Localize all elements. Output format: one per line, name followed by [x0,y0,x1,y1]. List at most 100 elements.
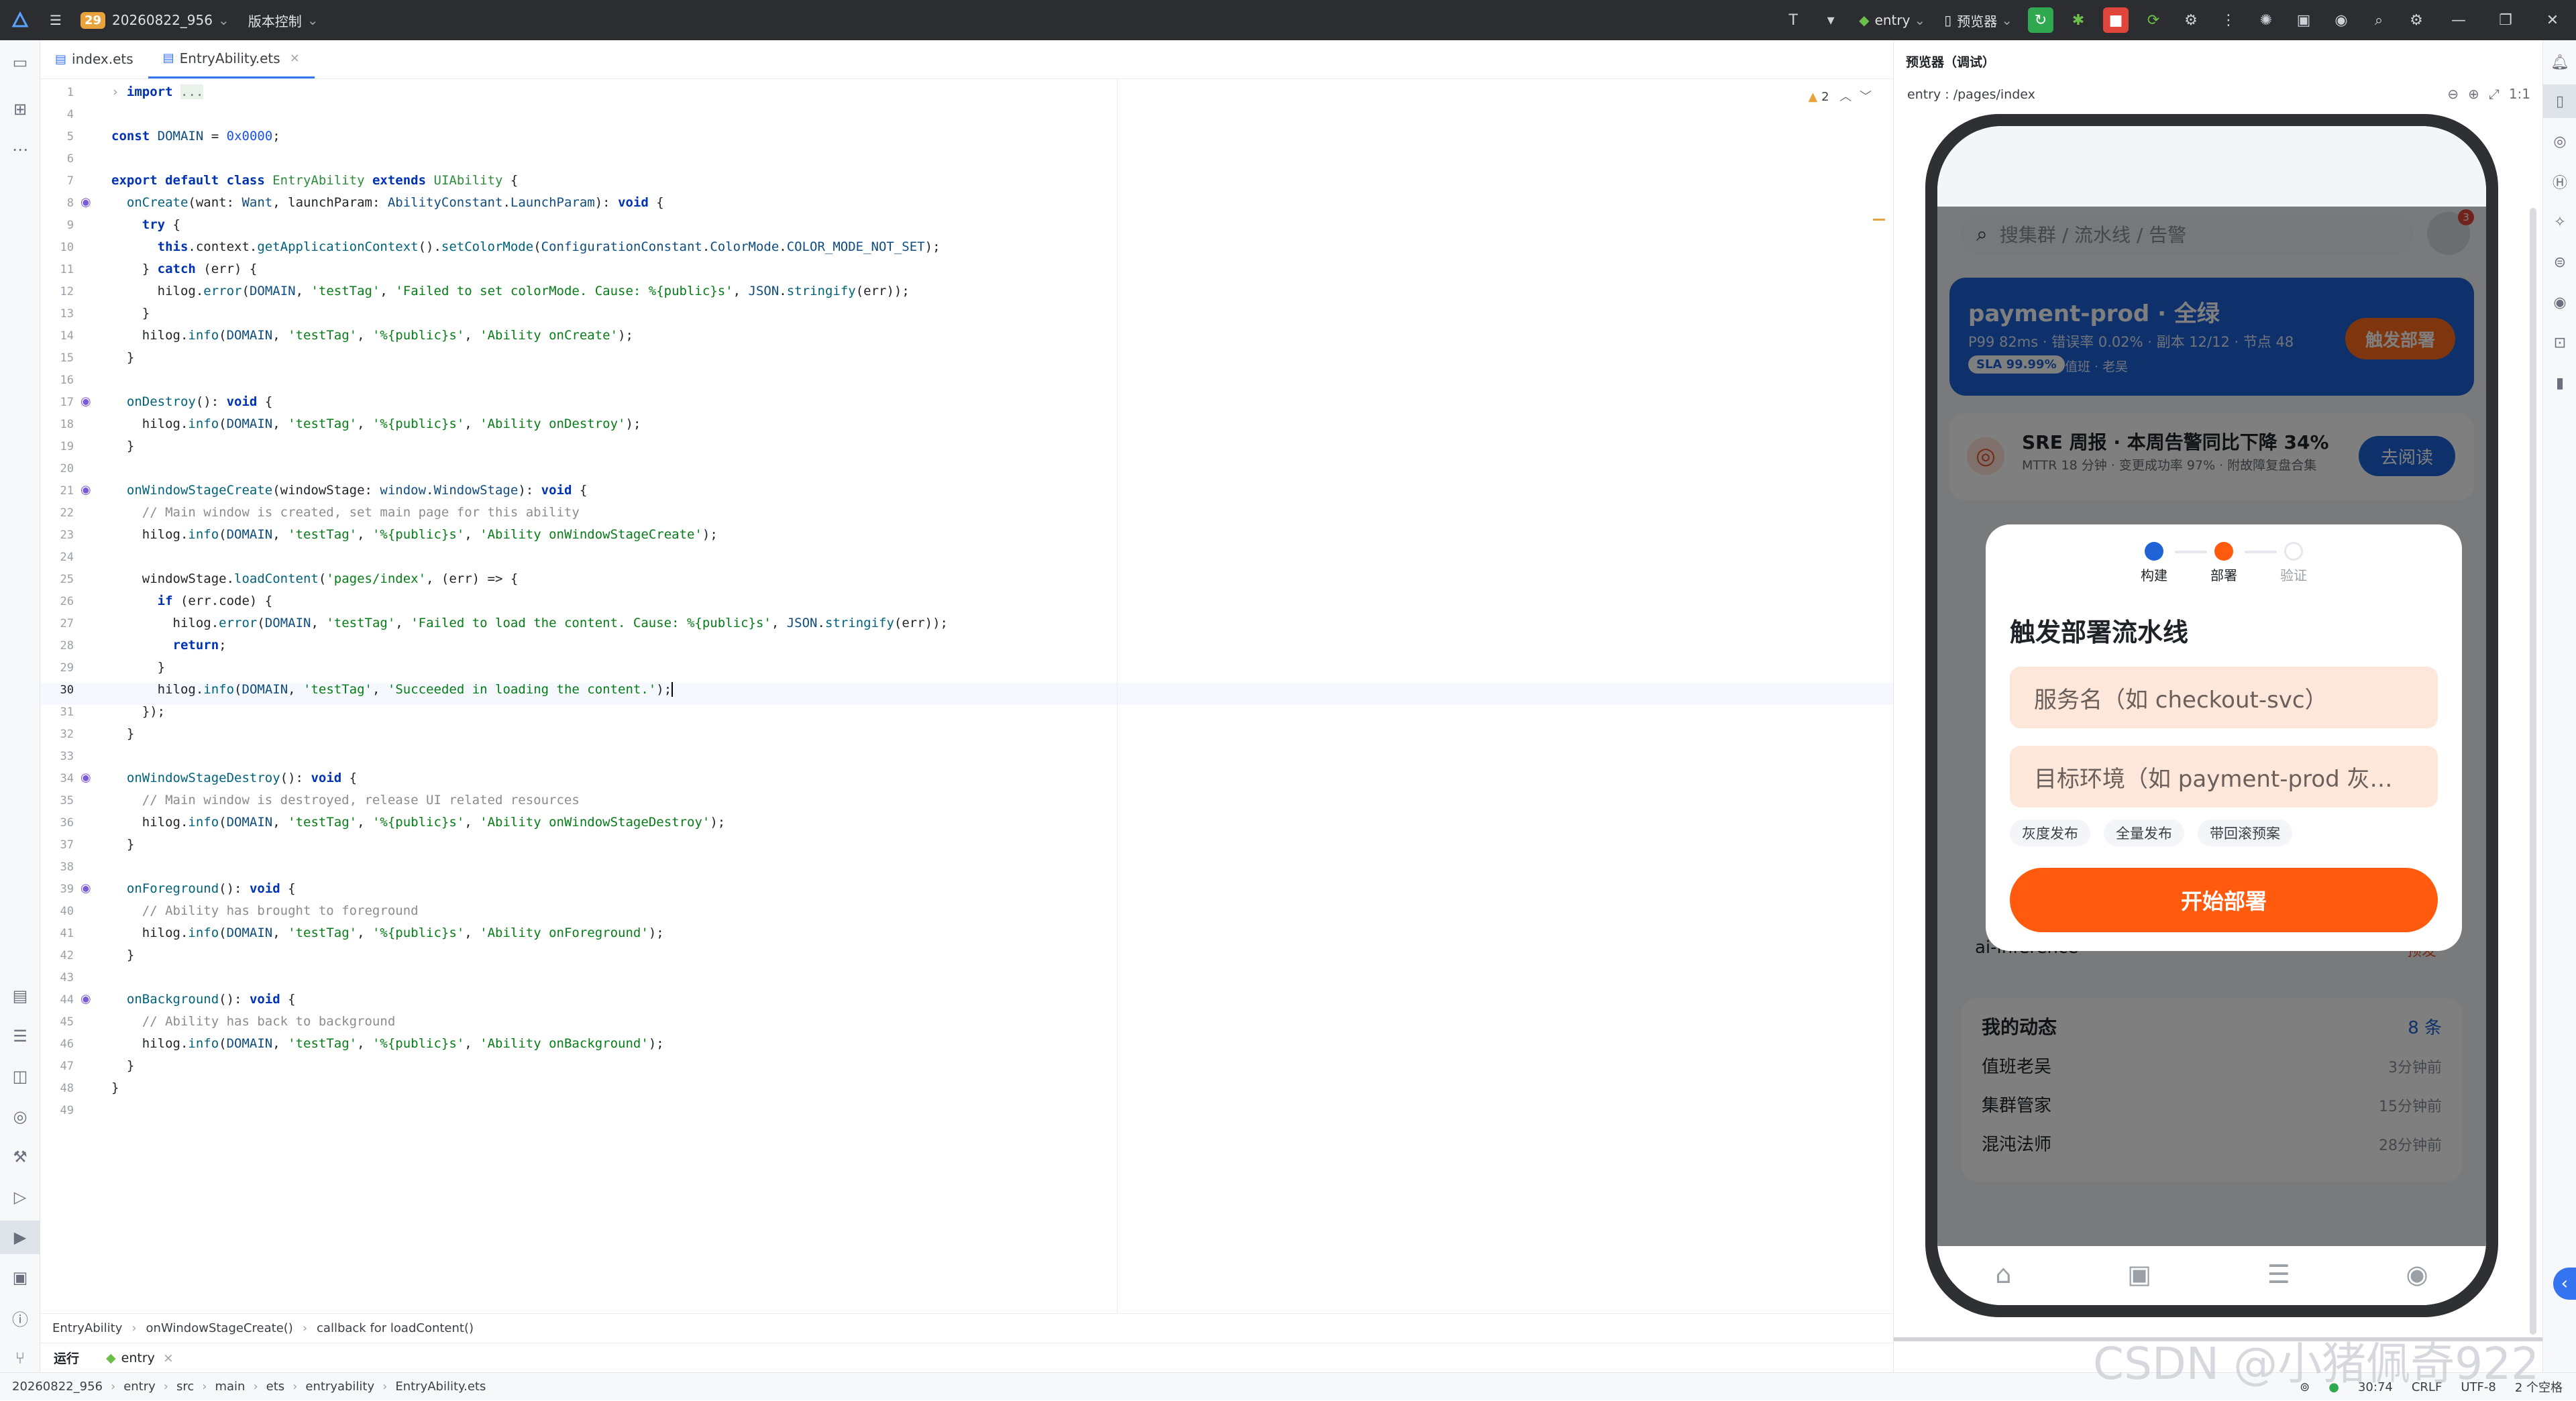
line-number[interactable]: 22 [40,506,74,520]
phone-screen[interactable]: ⌕ 搜集群 / 流水线 / 告警 3 payment-prod · 全绿 P99… [1937,126,2486,1305]
line-number[interactable]: 14 [40,329,74,343]
git-icon[interactable]: ⑂ [0,1341,40,1375]
status-path-item[interactable]: 20260822_956 [12,1380,103,1394]
override-marker-icon[interactable]: ◉ [80,992,91,1006]
line-number[interactable]: 17 [40,396,74,409]
status-path-item[interactable]: entry [123,1380,156,1394]
line-number[interactable]: 11 [40,263,74,276]
project-folder-icon[interactable]: ▭ [0,46,40,79]
more-tools-icon[interactable]: ⋯ [0,133,40,166]
status-path-item[interactable]: ets [266,1380,285,1394]
run-icon[interactable]: ▷ [0,1180,40,1214]
service-name-input[interactable]: 服务名（如 checkout-svc） [2010,667,2438,728]
line-number[interactable]: 39 [40,883,74,896]
breadcrumb-item[interactable]: callback for loadContent() [317,1321,474,1335]
chip-full-release[interactable]: 全量发布 [2104,820,2184,846]
more-actions-icon[interactable]: ⋮ [2210,0,2247,40]
close-window-icon[interactable]: ✕ [2529,0,2576,40]
tab-package-icon[interactable]: ▣ [2127,1259,2151,1289]
line-number[interactable]: 32 [40,728,74,741]
line-number[interactable]: 25 [40,573,74,586]
device-selector[interactable]: ▯ 预览器 ⌄ [1935,0,2022,40]
chip-rollback-plan[interactable]: 带回滚预案 [2198,820,2292,846]
line-number[interactable]: 4 [40,108,74,121]
run-config-selector[interactable]: ◆ entry ⌄ [1849,0,1935,40]
text-tool-icon[interactable]: T [1774,0,1812,40]
preview-scrollbar[interactable] [2530,208,2536,1335]
zoom-ratio[interactable]: 1:1 [2509,86,2530,102]
line-number[interactable]: 34 [40,772,74,785]
inspector-icon[interactable]: ◎ [2543,125,2576,158]
hvigor-icon[interactable]: Ⓗ [2543,165,2576,199]
problems-icon[interactable]: ⓘ [0,1301,40,1335]
line-number[interactable]: 29 [40,661,74,675]
status-path-item[interactable]: entryability [305,1380,374,1394]
line-number[interactable]: 41 [40,927,74,940]
structure-icon[interactable]: ⊞ [0,93,40,126]
profiler-icon[interactable]: ⚙ [2172,0,2210,40]
rerun-icon[interactable]: ↻ [2028,7,2053,33]
chevron-up-icon[interactable]: ︿ [1839,90,1851,104]
previewer-icon[interactable]: ▯ [2543,85,2576,118]
target-env-input[interactable]: 目标环境（如 payment-prod 灰… [2010,746,2438,807]
breadcrumb-item[interactable]: EntryAbility [52,1321,122,1335]
line-number[interactable]: 48 [40,1082,74,1095]
status-path-item[interactable]: main [215,1380,245,1394]
settings-gear-icon[interactable]: ⚙ [2398,0,2435,40]
line-number[interactable]: 18 [40,418,74,431]
line-number[interactable]: 19 [40,440,74,453]
line-number[interactable]: 46 [40,1038,74,1051]
breadcrumb-item[interactable]: onWindowStageCreate() [146,1321,293,1335]
database-icon[interactable]: ⊜ [2543,245,2576,279]
line-number[interactable]: 23 [40,528,74,542]
robot-icon[interactable]: ⊡ [2543,326,2576,359]
eye-icon[interactable]: ◉ [2543,286,2576,319]
minimize-window-icon[interactable]: — [2435,0,2482,40]
override-marker-icon[interactable]: ◉ [80,195,91,209]
account-icon[interactable]: ◉ [2322,0,2360,40]
line-number[interactable]: 47 [40,1060,74,1073]
line-number[interactable]: 16 [40,374,74,387]
chevron-down-icon[interactable]: ﹀ [1860,90,1872,104]
line-number[interactable]: 20 [40,462,74,475]
zoom-out-icon[interactable]: ⊖ [2447,86,2459,102]
terminal-icon[interactable]: ▣ [0,1261,40,1294]
filter-icon[interactable]: ▾ [1812,0,1849,40]
main-menu-icon[interactable]: ☰ [40,0,71,40]
line-number[interactable]: 9 [40,219,74,232]
restore-window-icon[interactable]: ❐ [2482,0,2529,40]
app-logo-icon[interactable] [0,0,40,40]
services-icon[interactable]: ◎ [0,1100,40,1133]
line-number[interactable]: 38 [40,860,74,874]
line-number[interactable]: 37 [40,838,74,852]
project-switcher[interactable]: 29 20260822_956 ⌄ [71,0,239,40]
line-number[interactable]: 45 [40,1015,74,1029]
override-marker-icon[interactable]: ◉ [80,394,91,408]
line-number[interactable]: 27 [40,617,74,630]
tab-index-ets[interactable]: ▤ index.ets [40,40,148,78]
line-number[interactable]: 13 [40,307,74,321]
line-number[interactable]: 21 [40,484,74,498]
line-number[interactable]: 24 [40,551,74,564]
device-manager-icon[interactable]: ▣ [2285,0,2322,40]
stop-icon[interactable]: ■ [2103,7,2129,33]
log-icon[interactable]: ☰ [0,1019,40,1053]
line-number[interactable]: 26 [40,595,74,608]
line-number[interactable]: 33 [40,750,74,763]
override-marker-icon[interactable]: ◉ [80,881,91,895]
line-number[interactable]: 1 [40,86,74,99]
profiler-side-icon[interactable]: ◫ [0,1060,40,1093]
override-marker-icon[interactable]: ◉ [80,483,91,497]
todo-icon[interactable]: ▤ [0,979,40,1013]
tab-profile-icon[interactable]: ◉ [2406,1259,2428,1289]
line-number[interactable]: 35 [40,794,74,807]
build-icon[interactable]: ⚒ [0,1140,40,1174]
inspection-widget[interactable]: ▲ 2 ︿ ﹀ [1809,87,1872,105]
line-number[interactable]: 15 [40,351,74,365]
plugin-icon[interactable]: ✺ [2247,0,2285,40]
line-number[interactable]: 42 [40,949,74,962]
start-deploy-button[interactable]: 开始部署 [2010,868,2438,932]
zoom-in-icon[interactable]: ⊕ [2468,86,2479,102]
line-number[interactable]: 49 [40,1104,74,1117]
line-number[interactable]: 6 [40,152,74,166]
